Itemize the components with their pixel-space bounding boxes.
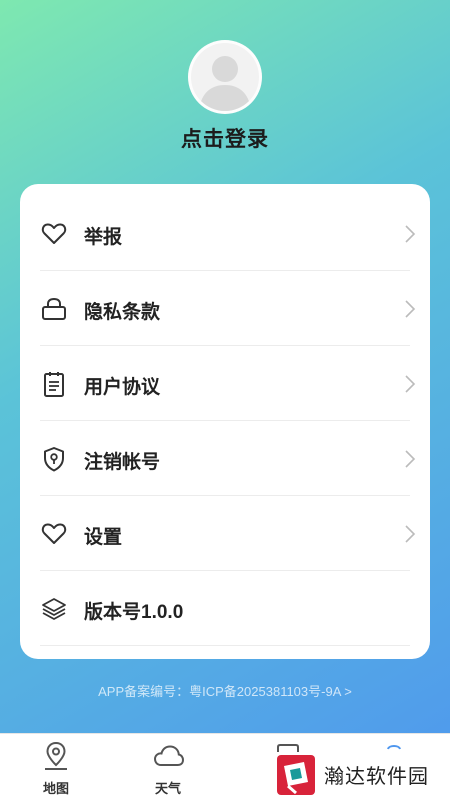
map-pin-icon xyxy=(45,741,67,770)
chevron-right-icon xyxy=(405,450,416,468)
watermark: 瀚达软件园 xyxy=(268,748,450,800)
avatar-placeholder-icon xyxy=(199,56,251,111)
heart-icon xyxy=(41,523,67,544)
watermark-text: 瀚达软件园 xyxy=(324,764,429,788)
tab-map[interactable]: 地图 xyxy=(11,734,101,801)
menu-item-report[interactable]: 举报 xyxy=(40,196,416,271)
menu-item-label: 版本号1.0.0 xyxy=(84,602,184,623)
menu-item-label: 隐私条款 xyxy=(84,302,161,323)
chevron-right-icon xyxy=(405,300,416,318)
heart-icon xyxy=(41,223,67,244)
tab-label: 天气 xyxy=(154,781,181,796)
menu-item-version: 版本号1.0.0 xyxy=(40,571,410,646)
cloud-icon xyxy=(153,745,185,766)
watermark-logo-icon xyxy=(277,755,315,795)
clipboard-icon xyxy=(44,372,64,397)
menu-item-user-agreement[interactable]: 用户协议 xyxy=(40,346,416,421)
menu-item-label: 设置 xyxy=(84,527,123,548)
shield-icon xyxy=(44,447,64,472)
tab-weather[interactable]: 天气 xyxy=(123,734,213,801)
menu-item-privacy[interactable]: 隐私条款 xyxy=(40,271,416,346)
login-link[interactable]: 点击登录 xyxy=(0,123,450,153)
lock-icon xyxy=(42,297,66,320)
avatar[interactable] xyxy=(188,40,262,114)
tab-label: 地图 xyxy=(42,781,69,796)
menu-item-settings[interactable]: 设置 xyxy=(40,496,416,571)
menu-item-label: 用户协议 xyxy=(84,377,161,398)
menu-item-delete-account[interactable]: 注销帐号 xyxy=(40,421,416,496)
profile-section: 点击登录 xyxy=(0,0,450,180)
icp-filing-link[interactable]: APP备案编号：粤ICP备2025381103号-9A > xyxy=(0,681,450,700)
menu-card: 举报 隐私条款 用户协议 注销帐号 设置 版本号1.0.0 xyxy=(20,184,430,659)
chevron-right-icon xyxy=(405,225,416,243)
chevron-right-icon xyxy=(405,525,416,543)
menu-item-label: 举报 xyxy=(84,227,123,248)
menu-item-label: 注销帐号 xyxy=(84,452,161,473)
chevron-right-icon xyxy=(405,375,416,393)
layers-icon xyxy=(42,598,66,620)
